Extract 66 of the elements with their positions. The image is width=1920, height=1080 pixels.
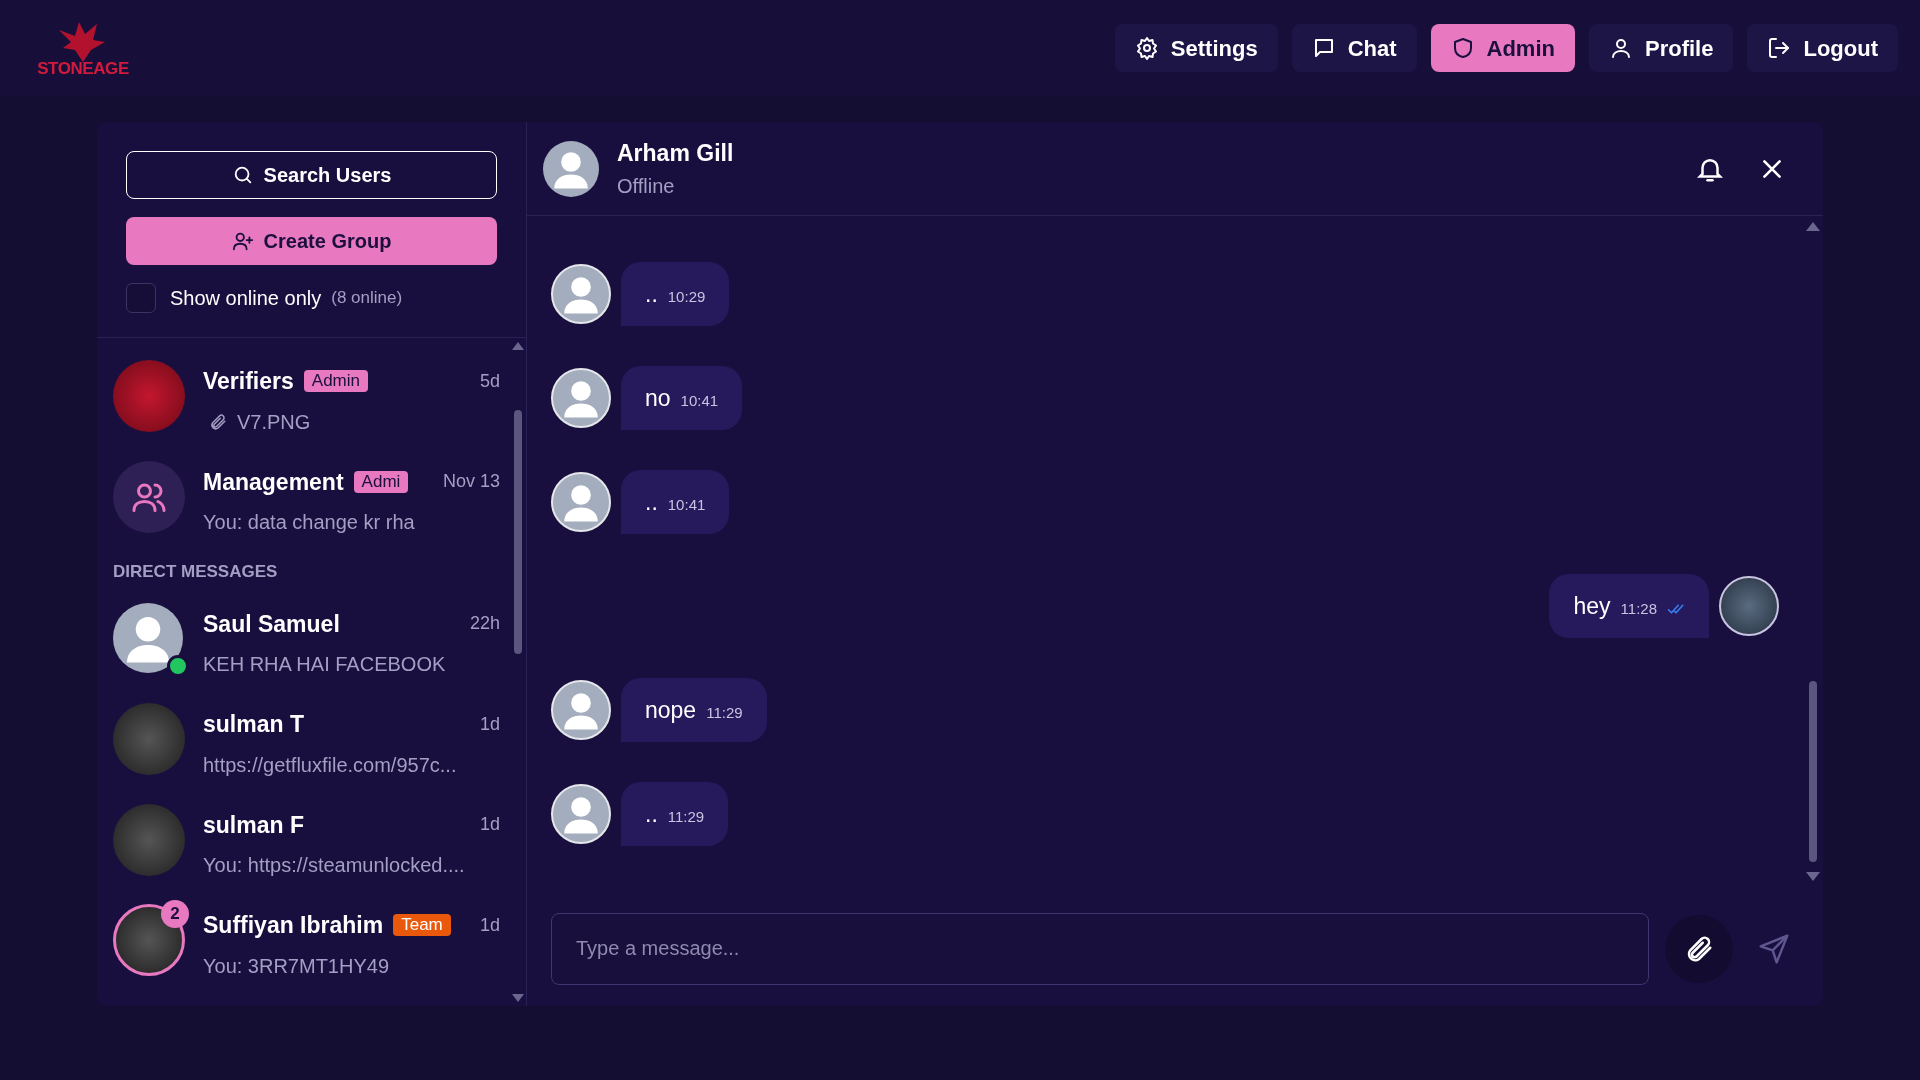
scroll-up-icon[interactable] (1806, 222, 1820, 231)
message-preview: V7.PNG (237, 409, 311, 435)
default-avatar-icon (551, 368, 611, 428)
default-avatar-icon (551, 264, 611, 324)
timestamp: 1d (479, 813, 500, 837)
conversation-name[interactable]: Saul Samuel (203, 606, 340, 641)
user-icon (1609, 36, 1633, 60)
default-avatar-icon (551, 784, 611, 844)
checkbox[interactable] (126, 283, 156, 313)
message-preview: KEH RHA HAI FACEBOOK (203, 652, 446, 677)
conversation-name[interactable]: Management (203, 464, 344, 499)
checkbox-label[interactable]: Show online only (170, 283, 322, 313)
scroll-down-icon[interactable] (512, 994, 524, 1002)
message-text: .. (645, 799, 658, 829)
message-time: 11:29 (706, 702, 743, 723)
nav-tab[interactable]: Logout (1747, 24, 1898, 72)
message-preview: You: 3RR7MT1HY49 (203, 953, 390, 979)
nav-tab[interactable]: Settings (1114, 24, 1278, 72)
default-avatar-icon (551, 472, 611, 532)
unread-count-badge: 2 (161, 900, 189, 928)
timestamp: 5d (479, 369, 500, 393)
message-text: no (645, 383, 671, 413)
timestamp: 1d (479, 712, 500, 736)
role-tag: Admin (303, 370, 368, 393)
message-time: 11:28 (1620, 598, 1657, 619)
logo-text: STONEAGE (37, 59, 129, 77)
scroll-down-icon[interactable] (1806, 872, 1820, 881)
create-group-button[interactable]: Create Group (126, 217, 497, 265)
conversation-name[interactable]: sulman T (203, 707, 304, 742)
add-user-icon (231, 230, 254, 252)
conversation-name[interactable]: Suffiyan Ibrahim (203, 908, 384, 943)
message-text: .. (645, 487, 658, 517)
timestamp: Nov 13 (442, 470, 500, 494)
message-preview: You: https://steamunlocked.... (203, 853, 465, 878)
scroll-up-icon[interactable] (512, 342, 524, 350)
message-text: nope (645, 695, 697, 725)
message-preview: You: data change kr rha (203, 510, 415, 535)
search-users-button[interactable]: Search Users (126, 151, 497, 199)
role-tag: Team (393, 914, 451, 937)
conversation-name[interactable]: Verifiers (203, 364, 294, 399)
message-time: 10:29 (667, 286, 706, 307)
role-tag: Admi (353, 470, 409, 493)
message-text: hey (1573, 591, 1611, 621)
default-avatar-icon (551, 680, 611, 740)
message-text: .. (645, 279, 658, 309)
message-time: 10:41 (667, 494, 706, 515)
message-input[interactable]: Type a message... (551, 912, 1649, 985)
nav-tab[interactable]: Admin (1430, 24, 1575, 72)
contact-status: Offline (617, 173, 676, 199)
section-heading: DIRECT MESSAGES (113, 561, 279, 583)
scrollbar-thumb[interactable] (1809, 681, 1817, 862)
message-time: 11:29 (667, 806, 705, 827)
timestamp: 22h (469, 612, 500, 636)
online-count: (8 online) (331, 287, 403, 310)
message-preview: https://getfluxfile.com/957c... (203, 752, 457, 778)
nav-tab[interactable]: Chat (1291, 24, 1417, 72)
timestamp: 1d (479, 913, 500, 937)
photo-placeholder (1719, 576, 1779, 636)
nav-tab[interactable]: Profile (1589, 24, 1734, 72)
paper-plane-icon (1758, 932, 1790, 965)
scrollbar-thumb[interactable] (514, 410, 522, 654)
message-time: 10:41 (680, 390, 719, 411)
contact-name: Arham Gill (617, 139, 734, 169)
conversation-name[interactable]: sulman F (203, 807, 304, 842)
logout-icon (1767, 36, 1792, 60)
settings-icon (1134, 36, 1159, 60)
